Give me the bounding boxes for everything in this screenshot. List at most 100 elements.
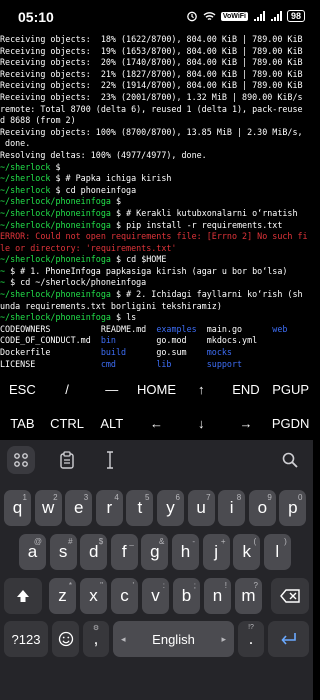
key-z[interactable]: * z: [49, 578, 76, 614]
key-f[interactable]: _ f: [110, 534, 138, 570]
terminal-text: Resolving deltas: 100% (4977/4977), done…: [0, 149, 207, 160]
key-alt-char: ': [132, 581, 134, 590]
key-o[interactable]: 9o: [248, 490, 276, 526]
extra-key[interactable]: →: [224, 416, 269, 431]
key-d[interactable]: $ d: [80, 534, 108, 570]
key-j[interactable]: + j: [202, 534, 230, 570]
terminal-text: $ pip install -r requirements.txt: [110, 219, 283, 230]
key-t[interactable]: 5t: [126, 490, 154, 526]
backspace-key[interactable]: [271, 578, 309, 614]
terminal-text: Receiving objects: 23% (2001/8700), 1.32…: [0, 91, 303, 102]
clipboard-icon[interactable]: [53, 446, 81, 474]
comma-key[interactable]: ⚙ ,: [83, 621, 109, 657]
key-alt-char: (: [253, 537, 257, 546]
extra-key[interactable]: ALT: [89, 416, 134, 431]
extra-key[interactable]: PGUP: [268, 382, 313, 397]
key-k[interactable]: (k: [233, 534, 261, 570]
key-label: c: [120, 586, 129, 605]
language-left-arrow-icon: ◂: [121, 633, 126, 644]
directory-name: support: [206, 358, 243, 369]
key-label: f: [121, 542, 127, 561]
key-label: x: [89, 586, 98, 605]
terminal-text: Dockerfile: [0, 347, 101, 358]
terminal-line: ERROR: Could not open requirements file:…: [0, 231, 313, 243]
key-label: z: [58, 586, 67, 605]
key-i[interactable]: 8i: [218, 490, 246, 526]
key-alt-char: 5: [144, 493, 150, 502]
extra-key[interactable]: END: [224, 382, 269, 397]
key-c[interactable]: ' c: [111, 578, 138, 614]
extra-key[interactable]: ESC: [0, 382, 45, 397]
key-b[interactable]: ; b: [173, 578, 200, 614]
key-n[interactable]: ! n: [204, 578, 231, 614]
emoji-key[interactable]: [52, 621, 79, 657]
key-w[interactable]: 2w: [34, 490, 62, 526]
terminal-text: $: [110, 196, 122, 207]
keyboard-toolbar: [0, 440, 313, 480]
key-m[interactable]: ? m: [235, 578, 262, 614]
terminal-line: remote: Total 8700 (delta 6), reused 1 (…: [0, 104, 313, 116]
key-label: o: [257, 498, 268, 517]
extra-key[interactable]: /: [45, 382, 90, 397]
key-label: y: [166, 498, 175, 517]
navigation-bar: [0, 690, 313, 700]
terminal-text: $ # 1. PhoneInfoga papkasiga kirish (aga…: [5, 265, 288, 276]
alarm-icon: [186, 11, 197, 22]
key-p[interactable]: 0p: [279, 490, 307, 526]
key-g[interactable]: & g: [141, 534, 169, 570]
extra-key[interactable]: PGDN: [268, 416, 313, 431]
extra-key[interactable]: TAB: [0, 416, 45, 431]
key-s[interactable]: # s: [49, 534, 77, 570]
key-alt-char: ": [100, 581, 103, 590]
terminal-line: Receiving objects: 21% (1827/8700), 804.…: [0, 69, 313, 81]
key-alt-char: ;: [193, 581, 196, 590]
terminal-output[interactable]: Receiving objects: 18% (1622/8700), 804.…: [0, 34, 313, 370]
terminal-line: Dockerfile build go.sum mocks: [0, 347, 313, 359]
key-l[interactable]: ) l: [263, 534, 291, 570]
key-v[interactable]: :v: [142, 578, 169, 614]
terminal-text: Receiving objects: 22% (1914/8700), 804.…: [0, 80, 303, 91]
extra-key[interactable]: HOME: [134, 382, 179, 397]
extra-key[interactable]: ↑: [179, 382, 224, 397]
keyboard-row-4: ?123 ⚙ , ◂ English ▸ !? .: [0, 621, 313, 659]
search-icon[interactable]: [276, 446, 304, 474]
apps-grid-icon[interactable]: [7, 446, 35, 474]
terminal-line: Receiving objects: 23% (2001/8700), 1.32…: [0, 92, 313, 104]
key-r[interactable]: 4r: [95, 490, 123, 526]
terminal-text: $ # Kerakli kutubxonalarni o‘rnatish: [110, 207, 298, 218]
directory-name: bin: [100, 335, 116, 346]
extra-key[interactable]: ↓: [179, 416, 224, 431]
status-bar: 05:10 VoWiFi 98: [0, 0, 313, 34]
key-alt-char: 3: [83, 493, 89, 502]
key-e[interactable]: 3e: [65, 490, 93, 526]
text-cursor-icon[interactable]: [96, 446, 124, 474]
key-alt-char: 8: [236, 493, 242, 502]
key-x[interactable]: " x: [80, 578, 107, 614]
key-u[interactable]: 7u: [187, 490, 215, 526]
enter-icon: [280, 633, 296, 645]
key-q[interactable]: 1q: [4, 490, 31, 526]
terminal-text: Receiving objects: 20% (1740/8700), 804.…: [0, 57, 303, 68]
key-label: k: [242, 542, 251, 561]
space-bar[interactable]: ◂ English ▸: [113, 621, 234, 657]
wifi-icon: [203, 11, 216, 20]
key-alt-char: 1: [22, 493, 27, 502]
key-h[interactable]: -h: [172, 534, 199, 570]
symbols-key[interactable]: ?123: [4, 621, 48, 657]
key-y[interactable]: 6y: [157, 490, 184, 526]
period-key[interactable]: !? .: [238, 621, 264, 657]
terminal-text: CODEOWNERS README.md: [0, 323, 157, 334]
key-a[interactable]: @ a: [19, 534, 46, 570]
shift-key[interactable]: [4, 578, 42, 614]
extra-key[interactable]: CTRL: [45, 416, 90, 431]
key-label: b: [181, 586, 192, 605]
extra-key[interactable]: —: [89, 382, 134, 397]
period-key-hint: !?: [248, 624, 254, 631]
terminal-line: le or directory: 'requirements.txt': [0, 243, 313, 255]
key-label: e: [73, 498, 84, 517]
extra-key[interactable]: ←: [134, 416, 179, 431]
enter-key[interactable]: [268, 621, 309, 657]
prompt-path: ~/sherlock/phoneinfoga: [0, 219, 111, 230]
directory-name: examples: [156, 323, 197, 334]
